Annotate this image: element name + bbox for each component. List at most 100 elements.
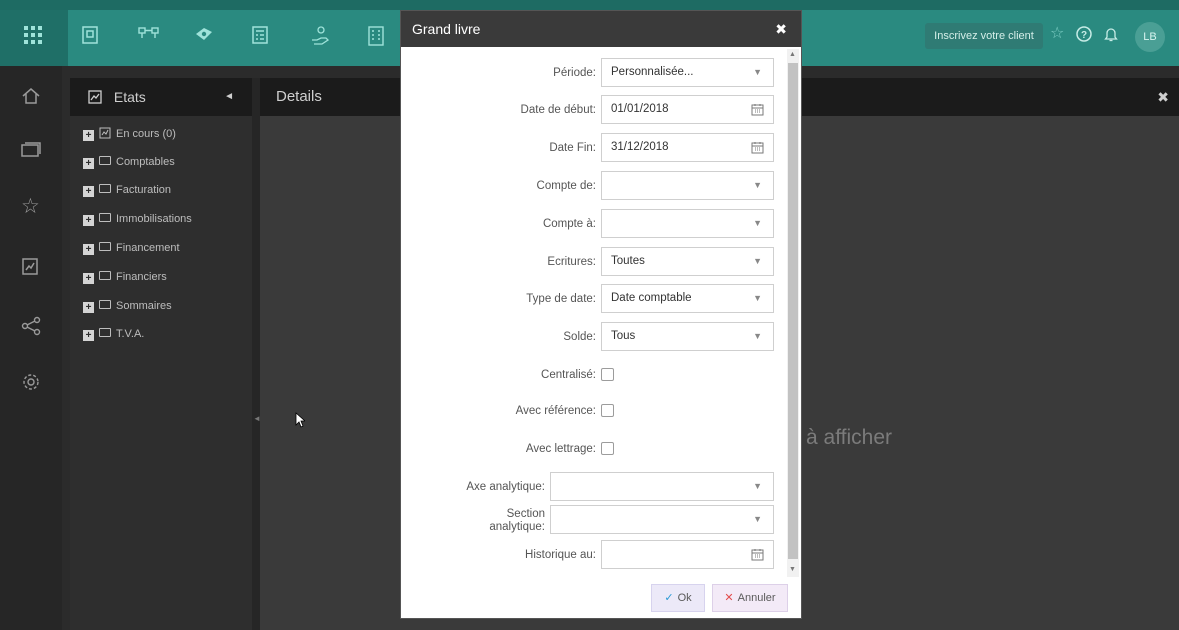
close-icon[interactable]: ✖ (1157, 78, 1169, 116)
tree-item-immobilisations[interactable]: + Immobilisations (83, 210, 192, 228)
date-debut-value: 01/01/2018 (611, 103, 669, 115)
ok-label: Ok (677, 592, 692, 604)
date-fin-field[interactable]: 31/12/2018 (601, 133, 774, 162)
tree-item-sommaires[interactable]: + Sommaires (83, 297, 172, 315)
close-icon: ✕ (724, 592, 734, 604)
calendar-icon[interactable] (751, 96, 764, 123)
help-icon[interactable]: ? (1076, 26, 1092, 46)
axe-analytique-select[interactable]: ▼ (550, 472, 774, 501)
scroll-down-icon[interactable]: ▼ (789, 566, 796, 573)
solde-value: Tous (611, 330, 636, 342)
expand-plus-icon[interactable]: + (83, 215, 94, 226)
type-date-select[interactable]: Date comptable ▼ (601, 284, 774, 313)
home-icon[interactable] (21, 86, 41, 110)
dropdown-arrow-icon: ▼ (753, 514, 762, 524)
expand-plus-icon[interactable]: + (83, 130, 94, 141)
scroll-up-icon[interactable]: ▲ (789, 51, 796, 58)
historique-field[interactable] (601, 540, 774, 569)
screens-icon[interactable] (21, 142, 41, 164)
tree-item-label: Financement (116, 242, 180, 254)
avec-lettrage-checkbox[interactable] (601, 442, 614, 455)
tree-item-financiers[interactable]: + Financiers (83, 268, 167, 286)
dropdown-arrow-icon: ▼ (753, 481, 762, 491)
tree-item-financement[interactable]: + Financement (83, 239, 180, 257)
expand-plus-icon[interactable]: + (83, 158, 94, 169)
expand-plus-icon[interactable]: + (83, 186, 94, 197)
share-icon[interactable] (21, 316, 41, 340)
folder-icon (99, 242, 111, 251)
compte-a-label: Compte à: (542, 218, 596, 230)
tree-item-facturation[interactable]: + Facturation (83, 181, 171, 199)
collapse-caret-icon[interactable]: ◄ (224, 78, 234, 116)
dialog-title-bar[interactable]: Grand livre ✖ (401, 11, 801, 47)
calculator-icon[interactable] (252, 26, 268, 47)
dropdown-arrow-icon: ▼ (753, 256, 762, 266)
dropdown-arrow-icon: ▼ (753, 293, 762, 303)
etats-header[interactable]: Etats ◄ (70, 78, 252, 116)
ecritures-value: Toutes (611, 255, 645, 267)
apps-grid-icon[interactable] (24, 26, 42, 47)
expand-plus-icon[interactable]: + (83, 330, 94, 341)
avec-reference-checkbox[interactable] (601, 404, 614, 417)
expand-plus-icon[interactable]: + (83, 273, 94, 284)
ledger-icon[interactable] (82, 26, 98, 47)
compte-de-select[interactable]: ▼ (601, 171, 774, 200)
type-date-label: Type de date: (526, 293, 596, 305)
centralise-checkbox[interactable] (601, 368, 614, 381)
date-debut-field[interactable]: 01/01/2018 (601, 95, 774, 124)
tree-item-en-cours[interactable]: + En cours (0) (83, 125, 176, 143)
folder-icon (99, 271, 111, 280)
dropdown-arrow-icon: ▼ (753, 180, 762, 190)
details-title: Details (276, 88, 322, 105)
expand-plus-icon[interactable]: + (83, 244, 94, 255)
hand-money-icon[interactable] (310, 26, 330, 49)
ok-button[interactable]: ✓ Ok (651, 584, 705, 612)
date-debut-label: Date de début: (520, 104, 596, 116)
money-icon[interactable] (194, 26, 214, 45)
folder-icon (99, 213, 111, 222)
date-fin-value: 31/12/2018 (611, 141, 669, 153)
report-icon[interactable] (21, 256, 39, 280)
avec-lettrage-label: Avec lettrage: (525, 443, 596, 455)
calendar-icon[interactable] (751, 541, 764, 568)
building-icon[interactable] (368, 26, 384, 49)
scrollbar-thumb[interactable] (788, 63, 798, 559)
bell-icon[interactable] (1104, 26, 1118, 46)
calendar-icon[interactable] (751, 134, 764, 161)
tree-item-label: En cours (0) (116, 128, 176, 140)
date-fin-label: Date Fin: (549, 142, 596, 154)
section-analytique-select[interactable]: ▼ (550, 505, 774, 534)
tree-item-label: T.V.A. (116, 328, 145, 340)
tree-item-comptables[interactable]: + Comptables (83, 153, 175, 171)
periode-select[interactable]: Personnalisée... ▼ (601, 58, 774, 87)
star-icon[interactable]: ☆ (1050, 26, 1064, 42)
dropdown-arrow-icon: ▼ (753, 67, 762, 77)
close-icon[interactable]: ✖ (775, 11, 787, 47)
report-icon (99, 127, 111, 139)
folder-icon (99, 184, 111, 193)
ecritures-label: Ecritures: (547, 256, 596, 268)
type-date-value: Date comptable (611, 292, 692, 304)
ecritures-select[interactable]: Toutes ▼ (601, 247, 774, 276)
etats-title: Etats (113, 89, 146, 105)
tree-item-label: Comptables (116, 156, 175, 168)
register-client-button[interactable]: Inscrivez votre client (925, 23, 1043, 49)
compte-a-select[interactable]: ▼ (601, 209, 774, 238)
panel-splitter[interactable]: ◄ (252, 78, 261, 630)
tree-item-tva[interactable]: + T.V.A. (83, 325, 144, 343)
settings-icon[interactable] (21, 372, 41, 396)
avatar[interactable]: LB (1135, 22, 1165, 52)
folder-icon (99, 328, 111, 337)
mouse-cursor-icon (295, 412, 305, 428)
solde-select[interactable]: Tous ▼ (601, 322, 774, 351)
tree-item-label: Sommaires (116, 300, 172, 312)
org-chart-icon[interactable] (138, 26, 160, 47)
expand-plus-icon[interactable]: + (83, 302, 94, 313)
empty-message: à afficher (806, 426, 892, 449)
report-icon (88, 89, 106, 105)
centralise-label: Centralisé: (541, 369, 596, 381)
cancel-button[interactable]: ✕ Annuler (712, 584, 788, 612)
periode-label: Période: (553, 67, 596, 79)
star-icon[interactable]: ☆ (21, 196, 40, 217)
etats-panel: Etats ◄ + En cours (0) + Comptables + Factu… (70, 78, 252, 630)
